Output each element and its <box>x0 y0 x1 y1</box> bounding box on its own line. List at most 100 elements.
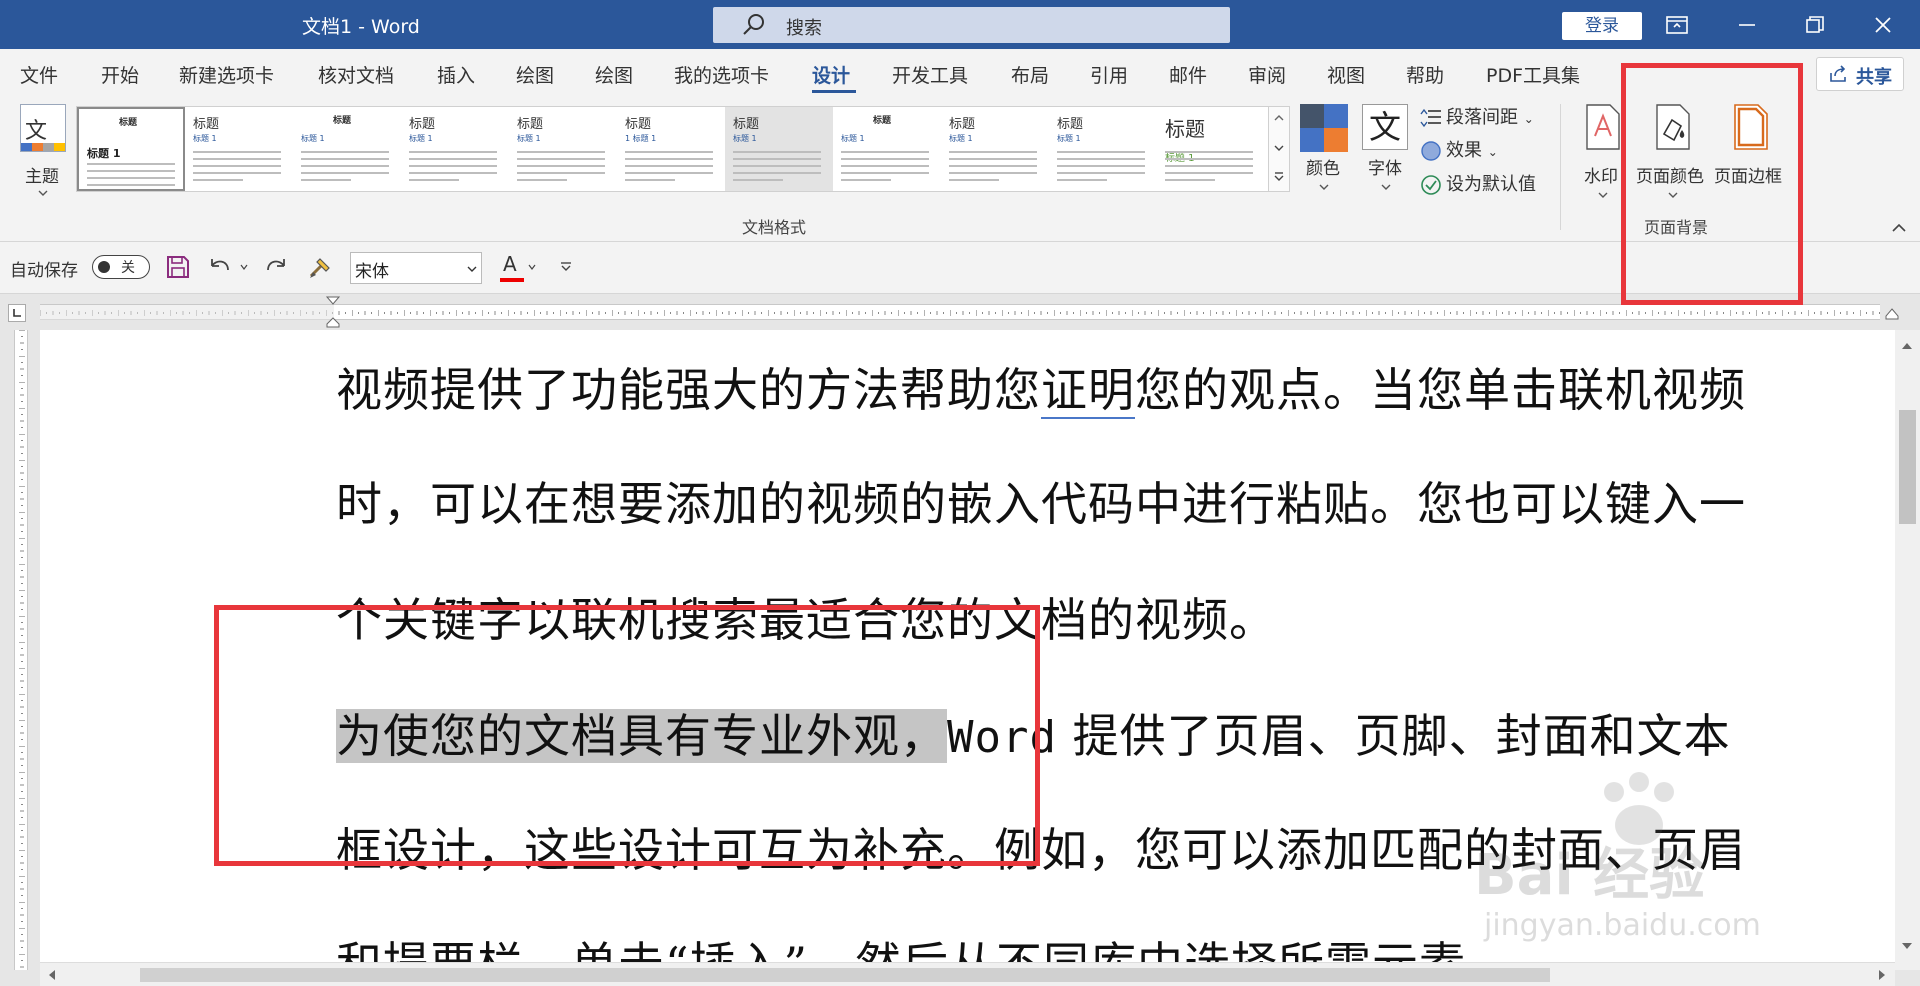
tab-references[interactable]: 引用 <box>1090 61 1128 88</box>
font-color-dropdown-icon[interactable] <box>528 264 536 270</box>
style-set-thumbnail[interactable]: 标题标题 1 <box>509 107 617 191</box>
style-set-thumbnail[interactable]: 标题标题 1 <box>941 107 1049 191</box>
grammar-flagged-text[interactable]: 证明 <box>1041 363 1135 419</box>
doc-line-1[interactable]: 视频提供了功能强大的方法帮助您证明您的观点。当您单击联机视频 <box>336 354 1746 420</box>
style-set-preview-line <box>841 158 929 160</box>
customize-qat-icon[interactable] <box>560 261 572 271</box>
right-indent-marker-icon[interactable] <box>1885 308 1899 320</box>
style-set-preview-line <box>517 158 605 160</box>
style-set-thumbnail[interactable]: 标题标题 1 <box>833 107 941 191</box>
redo-icon[interactable] <box>264 256 288 278</box>
tab-developer[interactable]: 开发工具 <box>892 61 968 88</box>
vertical-ruler-scale <box>14 330 29 970</box>
style-set-thumbnail[interactable]: 标题标题 1 <box>1049 107 1157 191</box>
doc-line-2[interactable]: 时，可以在想要添加的视频的嵌入代码中进行粘贴。您也可以键入一 <box>336 468 1746 534</box>
vertical-scroll-thumb[interactable] <box>1899 410 1916 524</box>
style-set-thumbnail[interactable]: 标题标题 1 <box>1157 107 1265 191</box>
tab-pdf-tools[interactable]: PDF工具集 <box>1486 61 1580 88</box>
indent-marker-icon[interactable] <box>326 296 340 328</box>
style-set-preview-line <box>733 151 821 153</box>
style-set-preview-line <box>841 172 929 174</box>
login-button[interactable]: 登录 <box>1562 12 1642 40</box>
collapse-ribbon-icon[interactable] <box>1892 224 1906 232</box>
style-set-preview-line <box>409 172 497 174</box>
chevron-up-icon[interactable] <box>1274 115 1284 121</box>
close-button[interactable] <box>1856 0 1910 49</box>
themes-icon: 文 <box>20 104 66 152</box>
style-set-preview-line <box>949 172 1037 174</box>
style-set-thumbnail[interactable]: 标题标题 1 <box>185 107 293 191</box>
paragraph-spacing-button[interactable]: 段落间距 ⌄ <box>1420 103 1534 129</box>
themes-label: 主题 <box>25 167 59 187</box>
style-set-thumbnail[interactable]: 标题标题 1 <box>401 107 509 191</box>
style-set-preview-line <box>517 151 605 153</box>
tab-new-tab[interactable]: 新建选项卡 <box>179 61 274 88</box>
tab-draw-1[interactable]: 绘图 <box>516 61 554 88</box>
set-as-default-button[interactable]: 设为默认值 <box>1420 170 1536 196</box>
chevron-down-icon[interactable] <box>1274 145 1284 151</box>
more-icon[interactable] <box>1274 171 1284 181</box>
tab-layout[interactable]: 布局 <box>1011 61 1049 88</box>
style-set-preview-line <box>193 179 243 181</box>
restore-icon <box>1806 15 1824 33</box>
tab-file[interactable]: 文件 <box>20 61 58 88</box>
doc-text: 视频提供了功能强大的方法帮助您 <box>336 363 1041 417</box>
style-set-title: 标题 <box>517 117 544 132</box>
style-set-subtitle: 标题 1 <box>87 147 121 160</box>
tab-view[interactable]: 视图 <box>1327 61 1365 88</box>
style-set-preview-line <box>1165 179 1215 181</box>
undo-icon[interactable] <box>208 256 232 278</box>
style-set-preview-line <box>733 158 821 160</box>
style-set-title: 标题 <box>119 118 138 128</box>
minimize-button[interactable] <box>1720 0 1774 49</box>
style-set-thumbnail[interactable]: 标题标题 1 <box>77 107 185 191</box>
tab-design[interactable]: 设计 <box>812 61 850 88</box>
horizontal-scrollbar[interactable] <box>40 962 1895 986</box>
style-set-preview-line <box>301 158 389 160</box>
tab-my-tab[interactable]: 我的选项卡 <box>674 61 769 88</box>
effects-button[interactable]: 效果 ⌄ <box>1420 136 1498 162</box>
gallery-scroll[interactable] <box>1268 106 1290 192</box>
tab-selector[interactable] <box>8 304 26 322</box>
fonts-icon: 文 <box>1362 104 1408 150</box>
format-painter-icon[interactable] <box>308 254 334 280</box>
scroll-left-icon[interactable] <box>48 969 56 981</box>
tab-insert[interactable]: 插入 <box>437 61 475 88</box>
style-set-subtitle: 1 标题 1 <box>625 134 657 143</box>
save-icon[interactable] <box>166 255 190 279</box>
undo-dropdown-icon[interactable] <box>240 264 248 270</box>
style-set-title: 标题 <box>1057 117 1084 132</box>
autosave-toggle[interactable]: 关 <box>92 255 150 279</box>
style-set-preview-line <box>949 179 999 181</box>
style-set-thumbnail[interactable]: 标题 1 标题 1 <box>617 107 725 191</box>
style-set-preview-line <box>409 179 459 181</box>
themes-button[interactable]: 文 主题 <box>18 104 70 224</box>
font-color-button[interactable]: A <box>500 250 524 284</box>
tab-mailings[interactable]: 邮件 <box>1169 61 1207 88</box>
tab-draw-2[interactable]: 绘图 <box>595 61 633 88</box>
style-set-preview-line <box>87 163 175 165</box>
search-placeholder: 搜索 <box>786 18 822 39</box>
horizontal-scroll-thumb[interactable] <box>140 968 1550 982</box>
restore-button[interactable] <box>1788 0 1842 49</box>
tab-review[interactable]: 审阅 <box>1248 61 1286 88</box>
style-set-title: 标题 <box>873 116 892 126</box>
scroll-down-icon[interactable] <box>1901 942 1913 950</box>
style-set-preview-line <box>193 172 281 174</box>
font-name-value: 宋体 <box>355 262 389 282</box>
tab-review-doc[interactable]: 核对文档 <box>318 61 394 88</box>
tab-home[interactable]: 开始 <box>101 61 139 88</box>
scroll-up-icon[interactable] <box>1901 342 1913 350</box>
style-set-thumbnail[interactable]: 标题标题 1 <box>725 107 833 191</box>
font-name-dropdown[interactable]: 宋体 <box>350 252 482 284</box>
vertical-scrollbar[interactable] <box>1895 330 1920 970</box>
tab-help[interactable]: 帮助 <box>1406 61 1444 88</box>
search-box[interactable]: 搜索 <box>713 7 1230 43</box>
share-button[interactable]: 共享 <box>1816 57 1904 91</box>
style-set-gallery: 标题 标题 1 标题 标题 1 标题 标题 1 标题 标题 1 标题 标题 1 标题 1 标题 1 标题… <box>76 106 1272 192</box>
scroll-right-icon[interactable] <box>1878 969 1886 981</box>
ribbon-display-options-button[interactable] <box>1650 0 1704 49</box>
style-set-preview-line <box>1057 151 1145 153</box>
style-set-thumbnail[interactable]: 标题标题 1 <box>293 107 401 191</box>
watermark-brand: Bai 经验 <box>1474 843 1706 908</box>
